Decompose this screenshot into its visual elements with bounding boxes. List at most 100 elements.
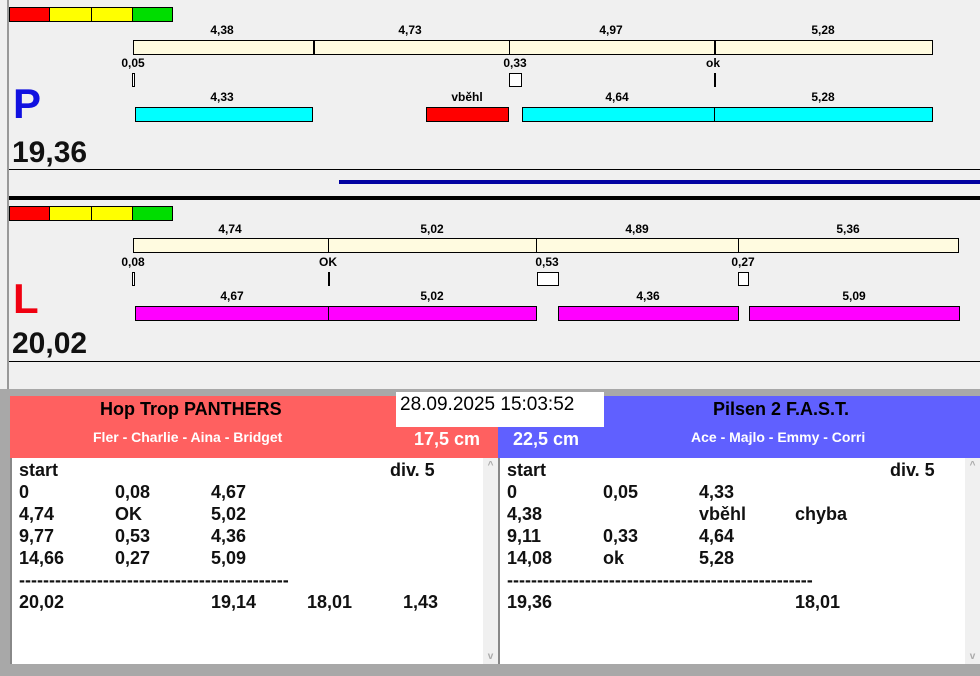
cell: 4,67 xyxy=(211,482,247,502)
cell: 14,08 xyxy=(507,548,553,568)
table-row: 14,08 ok 5,28 xyxy=(500,548,980,570)
split-label: 5,36 xyxy=(836,222,860,236)
run-label: vběhl xyxy=(451,90,483,104)
cell: 19,14 xyxy=(211,592,257,612)
reaction-label: ok xyxy=(705,56,721,70)
legend-yellow xyxy=(49,206,92,221)
cell: OK xyxy=(115,504,142,524)
run-label: 5,28 xyxy=(811,90,835,104)
run-label: 4,36 xyxy=(636,289,660,303)
legend-yellow xyxy=(91,7,133,22)
split-label: 4,38 xyxy=(210,23,234,37)
reaction-marker xyxy=(132,73,135,87)
separator-row: ----------------------------------------… xyxy=(12,570,498,592)
progress-line xyxy=(339,180,980,184)
divider xyxy=(9,169,980,170)
cell: 4,64 xyxy=(699,526,735,546)
split-label: 4,89 xyxy=(625,222,649,236)
cell: 9,11 xyxy=(507,526,542,546)
reaction-marker xyxy=(328,272,330,286)
lane-letter: L xyxy=(13,275,39,322)
false-start-bar xyxy=(426,107,509,122)
header-row: start div. 5 xyxy=(500,460,980,482)
left-team-members: Fler - Charlie - Aina - Bridget xyxy=(93,429,283,445)
reaction-label: OK xyxy=(319,255,337,269)
cell: vběhl xyxy=(699,504,747,524)
lane-total: 19,36 xyxy=(12,136,88,169)
run-label: 4,64 xyxy=(605,90,629,104)
reaction-marker xyxy=(714,73,716,87)
reaction-marker xyxy=(738,272,749,286)
left-border xyxy=(0,0,9,390)
run-label: 4,67 xyxy=(220,289,244,303)
run-bar xyxy=(135,107,313,122)
divider xyxy=(9,361,980,362)
cell: 0,05 xyxy=(603,482,639,502)
total-row: 19,36 18,01 xyxy=(500,592,980,614)
left-team-distance: 17,5 cm xyxy=(414,429,481,449)
cell: 14,66 xyxy=(19,548,65,568)
right-team-distance: 22,5 cm xyxy=(513,429,580,449)
legend-red xyxy=(9,206,50,221)
legend-yellow xyxy=(49,7,92,22)
total-row: 20,02 19,14 18,01 1,43 xyxy=(12,592,498,614)
reaction-label: 0,05 xyxy=(121,56,145,70)
right-team-name: Pilsen 2 F.A.S.T. xyxy=(713,399,850,419)
lane-separator xyxy=(9,196,980,200)
cell: 0 xyxy=(19,482,30,502)
run-bar xyxy=(558,306,739,321)
cell: div. 5 xyxy=(890,460,935,480)
cell: div. 5 xyxy=(390,460,435,480)
cell: 0,53 xyxy=(115,526,151,546)
reaction-marker xyxy=(509,73,522,87)
cell: 4,33 xyxy=(699,482,735,502)
separator-row: ----------------------------------------… xyxy=(500,570,980,592)
cell: 5,09 xyxy=(211,548,247,568)
split-label: 5,28 xyxy=(811,23,835,37)
cell: 4,36 xyxy=(211,526,247,546)
legend-red xyxy=(9,7,50,22)
cell: chyba xyxy=(795,504,848,524)
table-row: 4,74 OK 5,02 xyxy=(12,504,498,526)
cell: 4,38 xyxy=(507,504,543,524)
cell: start xyxy=(507,460,547,480)
cell: 20,02 xyxy=(19,592,65,612)
right-results[interactable]: ^ v start div. 5 0 0,05 4,33 4,38 vběhl chyba 9,1… xyxy=(498,458,980,664)
reaction-label: 0,08 xyxy=(121,255,145,269)
legend-yellow xyxy=(91,206,133,221)
run-bar xyxy=(749,306,960,321)
run-bar xyxy=(522,107,933,122)
run-label: 4,33 xyxy=(210,90,234,104)
reaction-label: 0,33 xyxy=(503,56,527,70)
cell: 0 xyxy=(507,482,518,502)
cell: 5,02 xyxy=(211,504,247,524)
cell: 0,27 xyxy=(115,548,151,568)
cell: 19,36 xyxy=(507,592,553,612)
cell: ----------------------------------------… xyxy=(507,570,813,590)
right-team-members: Ace - Majlo - Emmy - Corri xyxy=(691,429,866,445)
cell: ok xyxy=(603,548,625,568)
split-label: 4,74 xyxy=(218,222,242,236)
left-team-name: Hop Trop PANTHERS xyxy=(100,399,282,419)
split-label: 4,73 xyxy=(398,23,422,37)
left-results[interactable]: ^ v start div. 5 0 0,08 4,67 4,74 OK 5,02 9,77 0,5… xyxy=(10,458,498,664)
run-label: 5,02 xyxy=(420,289,444,303)
table-row: 4,38 vběhl chyba xyxy=(500,504,980,526)
table-row: 0 0,05 4,33 xyxy=(500,482,980,504)
run-label: 5,09 xyxy=(842,289,866,303)
cell: 9,77 xyxy=(19,526,55,546)
cell: ----------------------------------------… xyxy=(19,570,289,590)
timestamp: 28.09.2025 15:03:52 xyxy=(396,392,604,427)
reaction-label: 0,27 xyxy=(731,255,755,269)
table-row: 9,77 0,53 4,36 xyxy=(12,526,498,548)
table-row: 0 0,08 4,67 xyxy=(12,482,498,504)
reaction-marker xyxy=(537,272,559,286)
split-label: 4,97 xyxy=(599,23,623,37)
reaction-label: 0,53 xyxy=(535,255,559,269)
run-bar xyxy=(135,306,537,321)
lane-letter: P xyxy=(13,80,42,127)
table-row: 9,11 0,33 4,64 xyxy=(500,526,980,548)
cell: 1,43 xyxy=(403,592,439,612)
cell: 0,08 xyxy=(115,482,151,502)
cell: 18,01 xyxy=(795,592,841,612)
